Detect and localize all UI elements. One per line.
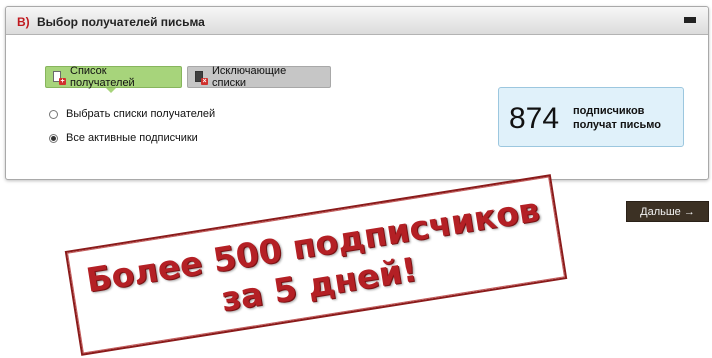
recipient-list-icon: + <box>52 71 66 85</box>
panel-title: Выбор получателей письма <box>37 15 205 29</box>
active-tab-pointer <box>106 88 116 93</box>
option-label: Выбрать списки получателей <box>66 108 216 120</box>
caption-line-1: подписчиков <box>573 105 645 117</box>
radio-all-active[interactable] <box>49 133 58 143</box>
next-button[interactable]: Дальше → <box>626 201 709 222</box>
recipient-counter: 874 подписчиков получат письмо <box>498 87 684 147</box>
recipient-count: 874 <box>509 102 560 135</box>
tab-label: Исключающие списки <box>212 65 287 89</box>
promo-banner: Более 500 подписчиков за 5 дней! <box>64 174 568 356</box>
tab-exclude-lists[interactable]: × Исключающие списки <box>187 65 331 89</box>
step-label: В) <box>17 15 30 29</box>
option-select-lists[interactable]: Выбрать списки получателей <box>49 108 215 120</box>
exclude-list-icon: × <box>194 71 208 85</box>
recipient-count-caption: подписчиков получат письмо <box>573 104 681 132</box>
option-label: Все активные подписчики <box>66 132 198 144</box>
radio-select-lists[interactable] <box>49 109 58 119</box>
panel-header: В) Выбор получателей письма <box>6 7 708 35</box>
collapse-icon[interactable] <box>684 17 696 23</box>
tab-recipient-list[interactable]: + Список получателей <box>45 65 182 93</box>
caption-line-2: получат письмо <box>573 119 661 131</box>
option-all-active[interactable]: Все активные подписчики <box>49 132 198 144</box>
tab-label: Список получателей <box>70 65 135 89</box>
